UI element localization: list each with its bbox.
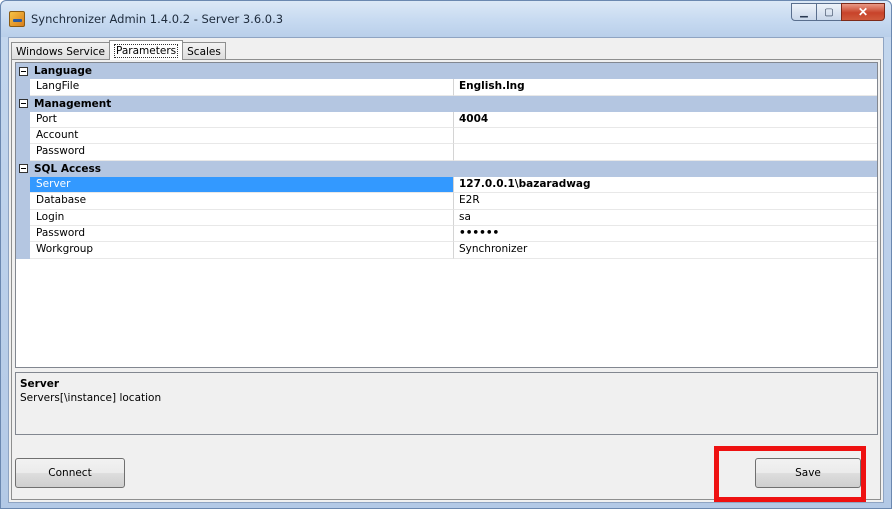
close-button[interactable]: ✕ bbox=[841, 3, 885, 21]
property-row-workgroup[interactable]: Workgroup Synchronizer bbox=[16, 242, 877, 259]
title-bar[interactable]: Synchronizer Admin 1.4.0.2 - Server 3.6.… bbox=[1, 1, 891, 37]
property-name: Server bbox=[30, 177, 454, 194]
property-row-database[interactable]: Database E2R bbox=[16, 193, 877, 210]
property-value-port[interactable]: 4004 bbox=[454, 112, 877, 129]
tab-label: Scales bbox=[187, 45, 221, 58]
property-row-management-password[interactable]: Password bbox=[16, 144, 877, 161]
property-value-sql-password[interactable]: •••••• bbox=[454, 226, 877, 243]
maximize-button[interactable]: ▢ bbox=[816, 3, 842, 21]
property-row-langfile[interactable]: LangFile English.lng bbox=[16, 79, 877, 96]
property-value-account[interactable] bbox=[454, 128, 877, 145]
tab-windows-service[interactable]: Windows Service bbox=[11, 42, 111, 60]
tab-scales[interactable]: Scales bbox=[182, 42, 226, 60]
property-row-account[interactable]: Account bbox=[16, 128, 877, 145]
property-name: Password bbox=[30, 144, 454, 161]
collapse-icon[interactable] bbox=[16, 96, 30, 112]
property-value-langfile[interactable]: English.lng bbox=[454, 79, 877, 96]
description-pane: Server Servers[\instance] location bbox=[15, 372, 878, 435]
property-name: Workgroup bbox=[30, 242, 454, 259]
property-row-login[interactable]: Login sa bbox=[16, 209, 877, 226]
property-value-management-password[interactable] bbox=[454, 144, 877, 161]
property-value-workgroup[interactable]: Synchronizer bbox=[454, 242, 877, 259]
property-name: Account bbox=[30, 128, 454, 145]
category-management[interactable]: Management bbox=[16, 95, 877, 112]
property-value-login[interactable]: sa bbox=[454, 210, 877, 226]
maximize-icon: ▢ bbox=[824, 6, 834, 18]
minimize-icon: ▁ bbox=[800, 6, 808, 18]
window-controls: ▁ ▢ ✕ bbox=[791, 3, 885, 23]
property-row-sql-password[interactable]: Password •••••• bbox=[16, 225, 877, 243]
description-title: Server bbox=[20, 378, 60, 390]
collapse-icon[interactable] bbox=[16, 161, 30, 177]
property-grid[interactable]: Language LangFile English.lng Management… bbox=[15, 62, 878, 368]
tab-label: Windows Service bbox=[16, 45, 106, 58]
parameters-panel: Language LangFile English.lng Management… bbox=[11, 59, 881, 500]
property-name: Database bbox=[30, 193, 454, 210]
property-name: Login bbox=[30, 209, 454, 226]
collapse-icon[interactable] bbox=[16, 63, 30, 79]
close-icon: ✕ bbox=[857, 5, 869, 19]
tab-parameters[interactable]: Parameters bbox=[109, 40, 184, 60]
minimize-button[interactable]: ▁ bbox=[791, 3, 817, 21]
app-icon[interactable] bbox=[9, 11, 25, 27]
category-language[interactable]: Language bbox=[16, 63, 877, 80]
property-name: Port bbox=[30, 111, 454, 129]
tab-label: Parameters bbox=[114, 43, 179, 58]
category-name: Management bbox=[34, 97, 112, 110]
property-row-server[interactable]: Server 127.0.0.1\bazaradwag bbox=[16, 177, 877, 194]
property-name: LangFile bbox=[30, 79, 454, 96]
property-row-port[interactable]: Port 4004 bbox=[16, 111, 877, 129]
property-value-database[interactable]: E2R bbox=[454, 193, 877, 210]
category-name: Language bbox=[34, 65, 92, 77]
connect-button[interactable]: Connect bbox=[15, 458, 125, 488]
tab-strip: Windows Service Parameters Scales bbox=[11, 40, 226, 60]
property-name: Password bbox=[30, 225, 454, 243]
category-name: SQL Access bbox=[34, 162, 102, 175]
description-text: Servers[\instance] location bbox=[20, 392, 162, 404]
highlight-box bbox=[714, 446, 866, 502]
category-sql-access[interactable]: SQL Access bbox=[16, 160, 877, 178]
property-value-server[interactable]: 127.0.0.1\bazaradwag bbox=[454, 177, 877, 194]
window-title: Synchronizer Admin 1.4.0.2 - Server 3.6.… bbox=[31, 12, 284, 26]
client-area: Windows Service Parameters Scales Langua… bbox=[8, 37, 884, 503]
app-window: Synchronizer Admin 1.4.0.2 - Server 3.6.… bbox=[0, 0, 892, 509]
